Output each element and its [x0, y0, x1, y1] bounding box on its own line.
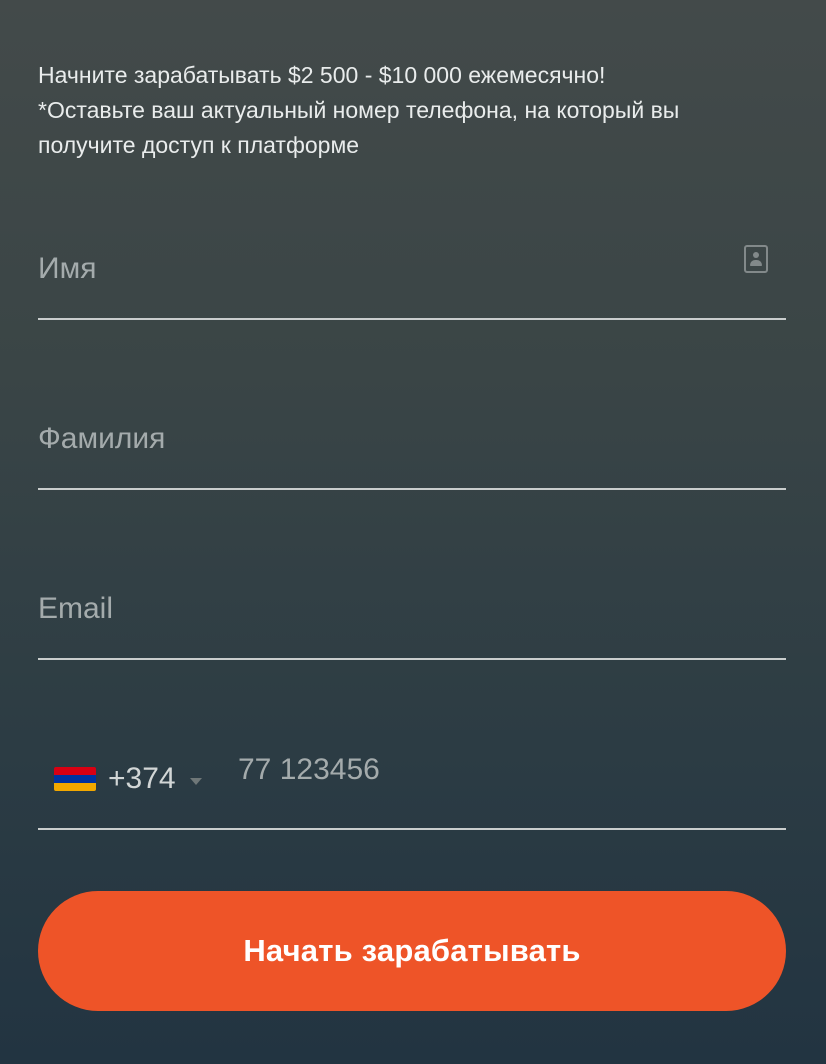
armenia-flag-icon: [54, 767, 96, 791]
dial-code: +374: [108, 762, 176, 795]
phone-input[interactable]: [238, 730, 778, 810]
first-name-field[interactable]: [38, 220, 786, 320]
submit-button[interactable]: Начать зарабатывать: [38, 891, 786, 1011]
last-name-field[interactable]: [38, 390, 786, 490]
flag-stripe-orange: [54, 783, 96, 791]
first-name-input[interactable]: [38, 220, 718, 318]
contact-icon-head: [753, 252, 759, 258]
intro-text: Начните зарабатывать $2 500 - $10 000 еж…: [38, 58, 778, 163]
chevron-down-icon[interactable]: [189, 777, 202, 785]
flag-stripe-red: [54, 767, 96, 775]
intro-headline: Начните зарабатывать $2 500 - $10 000 еж…: [38, 62, 606, 88]
flag-stripe-blue: [54, 775, 96, 783]
contact-card-icon[interactable]: [744, 245, 768, 273]
contact-icon-torso: [750, 260, 762, 266]
phone-field[interactable]: +374: [38, 730, 786, 830]
email-input[interactable]: [38, 560, 718, 658]
email-field[interactable]: [38, 560, 786, 660]
last-name-input[interactable]: [38, 390, 718, 488]
intro-note: *Оставьте ваш актуальный номер телефона,…: [38, 97, 680, 158]
country-code-selector[interactable]: +374: [54, 754, 202, 804]
